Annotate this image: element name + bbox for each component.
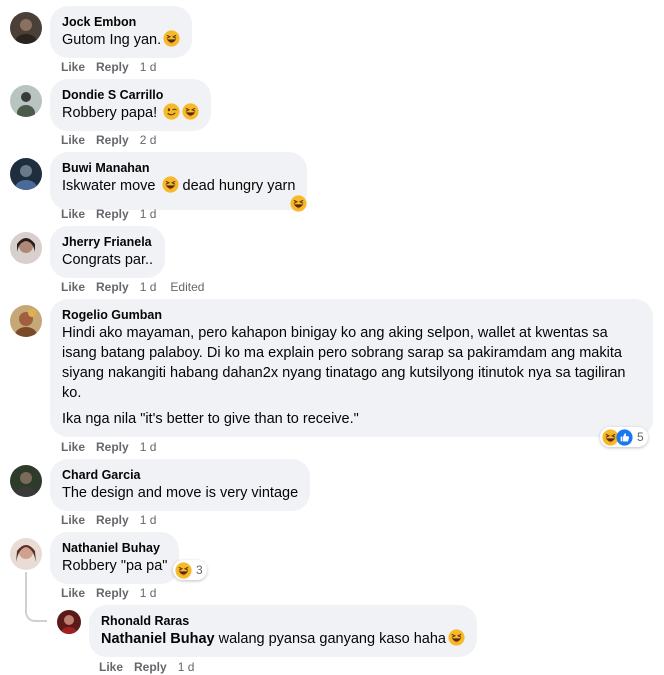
comment-text: Robbery "pa pa": [62, 558, 168, 574]
comment-text: Congrats par..: [62, 252, 154, 268]
comment-text-body: Iskwater move: [62, 178, 156, 194]
comment-paragraph: Ika nga nila "it's better to give than t…: [62, 411, 359, 427]
reply-button[interactable]: Reply: [96, 60, 129, 74]
reply-button[interactable]: Reply: [96, 207, 129, 221]
laughing-face-icon: [448, 629, 465, 646]
laughing-face-icon: [182, 103, 199, 120]
comment-timestamp[interactable]: 2 d: [140, 133, 157, 147]
comment-timestamp[interactable]: 1 d: [178, 660, 195, 674]
comment-author[interactable]: Rogelio Gumban: [62, 307, 641, 323]
comment-timestamp[interactable]: 1 d: [140, 280, 157, 294]
comment-author[interactable]: Buwi Manahan: [62, 160, 295, 176]
comment: Nathaniel Buhay Robbery "pa pa" 3 Like Re…: [10, 532, 664, 602]
laughing-face-icon: [290, 195, 307, 212]
comment-timestamp[interactable]: 1 d: [140, 60, 157, 74]
comment-bubble: Rhonald Raras Nathaniel Buhay walang pya…: [89, 605, 477, 657]
avatar[interactable]: [10, 538, 42, 570]
like-button[interactable]: Like: [61, 586, 85, 600]
comment-paragraph: Hindi ako mayaman, pero kahapon binigay …: [62, 325, 626, 401]
comment-author[interactable]: Rhonald Raras: [101, 613, 465, 629]
comment-text: Gutom Ing yan.: [62, 30, 180, 50]
comment-author[interactable]: Chard Garcia: [62, 467, 298, 483]
comment-bubble: Nathaniel Buhay Robbery "pa pa": [50, 532, 180, 584]
comment-bubble: Buwi Manahan Iskwater move dead hungry y…: [50, 152, 308, 210]
comment-timestamp[interactable]: 1 d: [140, 513, 157, 527]
reply-button[interactable]: Reply: [96, 586, 129, 600]
like-button[interactable]: Like: [99, 660, 123, 674]
comment-actions: Like Reply 1 d: [61, 59, 167, 75]
comment-bubble: Chard Garcia The design and move is very…: [50, 459, 311, 511]
reply-button[interactable]: Reply: [96, 440, 129, 454]
comment-text: Iskwater move dead hungry yarn: [62, 176, 295, 196]
like-button[interactable]: Like: [61, 60, 85, 74]
reaction-summary[interactable]: 3: [173, 560, 207, 580]
avatar[interactable]: [57, 610, 81, 634]
comment-actions: Like Reply 1 d: [61, 439, 167, 455]
avatar[interactable]: [10, 85, 42, 117]
comment-bubble: Jherry Frianela Congrats par..: [50, 226, 166, 278]
like-button[interactable]: Like: [61, 513, 85, 527]
reply-button[interactable]: Reply: [96, 280, 129, 294]
laughing-face-icon: [162, 176, 179, 193]
reaction-count: 3: [196, 563, 203, 577]
avatar[interactable]: [10, 305, 42, 337]
comment-text: Hindi ako mayaman, pero kahapon binigay …: [62, 323, 641, 429]
comment: Buwi Manahan Iskwater move dead hungry y…: [10, 152, 664, 224]
like-reaction-icon: [616, 429, 633, 446]
avatar[interactable]: [10, 465, 42, 497]
comment-author[interactable]: Jherry Frianela: [62, 234, 153, 250]
reaction-summary[interactable]: 5: [600, 427, 648, 447]
comment-text-body: Robbery papa!: [62, 105, 158, 121]
winking-face-icon: [163, 103, 180, 120]
comment-author[interactable]: Jock Embon: [62, 14, 180, 30]
comment-actions: Like Reply 2 d: [61, 132, 167, 148]
like-button[interactable]: Like: [61, 207, 85, 221]
avatar[interactable]: [10, 12, 42, 44]
comment-bubble: Rogelio Gumban Hindi ako mayaman, pero k…: [50, 299, 653, 437]
mention-link[interactable]: Nathaniel Buhay: [101, 631, 215, 647]
comment-text: Robbery papa!: [62, 103, 199, 123]
reply-button[interactable]: Reply: [96, 513, 129, 527]
comment-reply: Rhonald Raras Nathaniel Buhay walang pya…: [57, 605, 664, 675]
haha-reaction-icon: [175, 562, 192, 579]
avatar[interactable]: [10, 158, 42, 190]
comment-actions: Like Reply 1 d Edited: [61, 279, 215, 295]
comment-author[interactable]: Nathaniel Buhay: [62, 540, 167, 556]
reply-button[interactable]: Reply: [96, 133, 129, 147]
like-button[interactable]: Like: [61, 280, 85, 294]
like-button[interactable]: Like: [61, 440, 85, 454]
comment-actions: Like Reply 1 d: [61, 512, 167, 528]
comment: Jherry Frianela Congrats par.. Like Reply…: [10, 226, 664, 296]
reaction-count: 5: [637, 430, 644, 444]
like-button[interactable]: Like: [61, 133, 85, 147]
comment-text-body: walang pyansa ganyang kaso haha: [214, 631, 446, 647]
comment-text-body: Gutom Ing yan.: [62, 32, 162, 48]
comment-author[interactable]: Dondie S Carrillo: [62, 87, 199, 103]
reply-button[interactable]: Reply: [134, 660, 167, 674]
comment-timestamp[interactable]: 1 d: [140, 207, 157, 221]
avatar[interactable]: [10, 232, 42, 264]
comment: Dondie S Carrillo Robbery papa! Like Repl…: [10, 79, 664, 149]
comment-actions: Like Reply 1 d: [99, 659, 205, 675]
comment: Chard Garcia The design and move is very…: [10, 459, 664, 529]
comment: Rogelio Gumban Hindi ako mayaman, pero k…: [10, 299, 664, 459]
edited-label[interactable]: Edited: [170, 280, 204, 294]
comment-actions: Like Reply 1 d: [61, 206, 167, 222]
comment: Jock Embon Gutom Ing yan. Like Reply 1 d: [10, 6, 664, 76]
comment-bubble: Dondie S Carrillo Robbery papa!: [50, 79, 212, 131]
comment-bubble: Jock Embon Gutom Ing yan.: [50, 6, 193, 58]
laughing-face-icon: [163, 30, 180, 47]
comment-text: Nathaniel Buhay walang pyansa ganyang ka…: [101, 629, 465, 649]
comment-timestamp[interactable]: 1 d: [140, 440, 157, 454]
comment-timestamp[interactable]: 1 d: [140, 586, 157, 600]
comment-text-body: dead hungry yarn: [182, 178, 296, 194]
comment-actions: Like Reply 1 d: [61, 585, 167, 601]
comment-text: The design and move is very vintage: [62, 485, 299, 501]
